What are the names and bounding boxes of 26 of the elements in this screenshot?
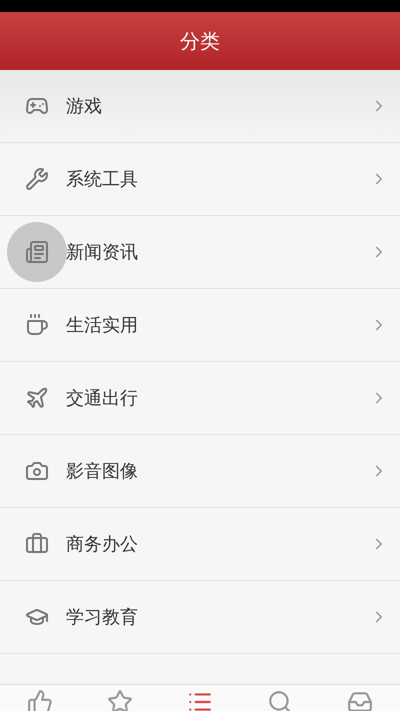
category-item[interactable]: 商务办公: [0, 508, 400, 581]
star-icon: [107, 689, 133, 711]
category-label: 游戏: [66, 95, 103, 118]
coffee-cup-icon: [25, 313, 49, 337]
airplane-icon: [25, 386, 49, 410]
category-item[interactable]: 新闻资讯: [0, 216, 400, 289]
category-item[interactable]: 学习教育: [0, 581, 400, 654]
category-label: 影音图像: [66, 460, 139, 483]
category-label: 商务办公: [66, 533, 139, 556]
search-icon: [267, 689, 293, 711]
category-item[interactable]: 交通出行: [0, 362, 400, 435]
briefcase-icon: [25, 532, 49, 556]
category-item[interactable]: 系统工具: [0, 143, 400, 216]
wrench-icon: [25, 167, 49, 191]
category-item[interactable]: 影音图像: [0, 435, 400, 508]
camera-icon: [25, 459, 49, 483]
category-item[interactable]: 游戏: [0, 70, 400, 143]
page-title: 分类: [180, 28, 220, 54]
newspaper-icon: [25, 240, 49, 264]
category-label: 交通出行: [66, 387, 139, 410]
category-label: 新闻资讯: [66, 241, 139, 264]
category-label: 系统工具: [66, 168, 139, 191]
category-label: 生活实用: [66, 314, 139, 337]
category-label: 学习教育: [66, 606, 139, 629]
thumbs-up-icon: [27, 689, 53, 711]
category-item[interactable]: 生活实用: [0, 289, 400, 362]
